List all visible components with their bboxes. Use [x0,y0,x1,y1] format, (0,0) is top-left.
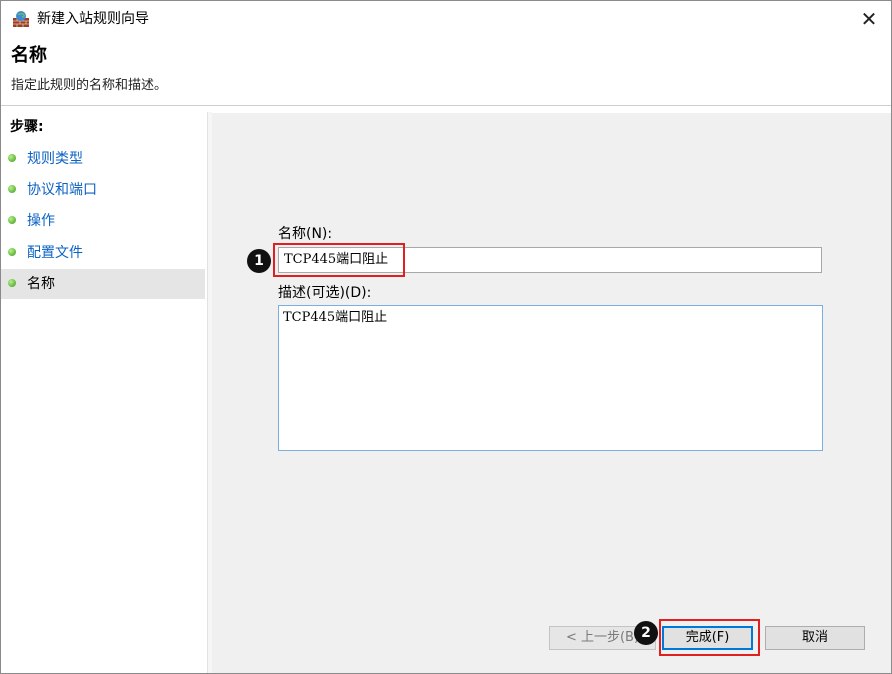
page-description: 指定此规则的名称和描述。 [11,78,168,93]
title-bar: 新建入站规则向导 ✕ [1,1,891,37]
finish-button-highlight [659,619,760,656]
description-label: 描述(可选)(D): [278,285,372,301]
content-panel: 名称(N): TCP445端口阻止 描述(可选)(D): TCP445端口阻止 … [212,113,891,673]
step-name: 名称 [1,269,205,299]
step-profile[interactable]: 配置文件 [1,238,205,268]
window-title: 新建入站规则向导 [37,11,149,27]
step-badge-1: 1 [247,249,271,273]
cancel-button[interactable]: 取消 [765,626,865,650]
header-divider [1,105,891,106]
step-action[interactable]: 操作 [1,206,205,236]
step-label: 名称 [27,276,55,292]
green-dot-icon [8,216,16,224]
green-dot-icon [8,248,16,256]
step-badge-2: 2 [634,621,658,645]
firewall-wizard-icon [13,11,29,27]
close-icon[interactable]: ✕ [857,7,881,31]
description-textarea[interactable]: TCP445端口阻止 [278,305,823,451]
description-value: TCP445端口阻止 [283,310,388,325]
step-label: 规则类型 [27,151,83,167]
wizard-window: 新建入站规则向导 ✕ 名称 指定此规则的名称和描述。 步骤: 规则类型 协议和端… [0,0,892,674]
step-label: 配置文件 [27,245,83,261]
green-dot-icon [8,154,16,162]
step-rule-type[interactable]: 规则类型 [1,144,205,174]
green-dot-icon [8,279,16,287]
step-protocol-ports[interactable]: 协议和端口 [1,175,205,205]
step-label: 操作 [27,213,55,229]
green-dot-icon [8,185,16,193]
steps-heading: 步骤: [10,119,44,135]
name-field-highlight [273,243,405,277]
steps-panel: 步骤: 规则类型 协议和端口 操作 配置文件 名称 [1,112,207,673]
step-label: 协议和端口 [27,182,97,198]
name-label: 名称(N): [278,226,333,242]
page-title: 名称 [11,45,47,66]
